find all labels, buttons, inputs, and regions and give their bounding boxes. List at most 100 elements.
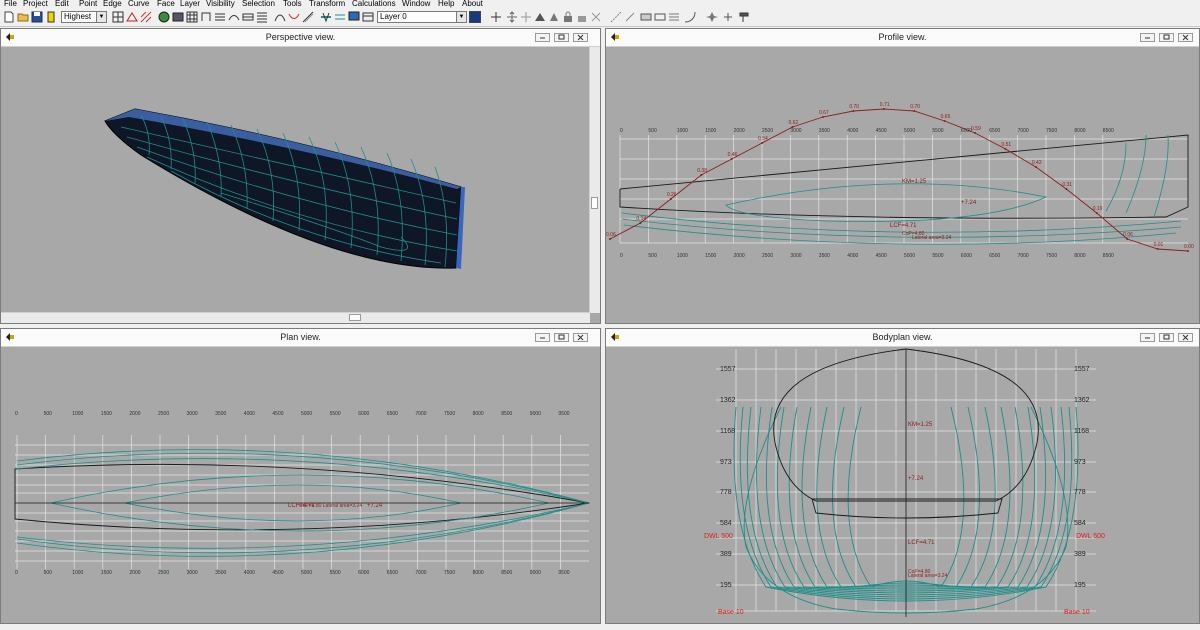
- curve-value-label: 0.31: [1062, 182, 1072, 188]
- keel-wizard-icon[interactable]: [722, 11, 734, 23]
- menu-curve[interactable]: Curve: [128, 0, 149, 8]
- menu-face[interactable]: Face: [157, 0, 175, 8]
- layer-color-swatch[interactable]: [469, 11, 481, 23]
- collapse-icon[interactable]: [590, 11, 602, 23]
- align-icon[interactable]: [520, 11, 532, 23]
- chevron-down-icon: ▼: [96, 12, 106, 22]
- new-file-icon[interactable]: [3, 11, 15, 23]
- perspective-canvas[interactable]: [1, 47, 590, 313]
- maximize-button[interactable]: [1159, 333, 1174, 342]
- minimize-button[interactable]: [1140, 33, 1155, 42]
- tick-label: 9000: [530, 411, 541, 417]
- tick-label: 5500: [932, 253, 943, 259]
- bodyplan-titlebar: Bodyplan view.: [606, 329, 1199, 347]
- intersect-icon[interactable]: [684, 11, 696, 23]
- menu-edit[interactable]: Edit: [55, 0, 69, 8]
- insert-plane-icon[interactable]: [548, 11, 560, 23]
- menu-selection[interactable]: Selection: [242, 0, 275, 8]
- edge-extrude-icon[interactable]: [624, 11, 636, 23]
- save-icon[interactable]: [31, 11, 43, 23]
- edge-split-icon[interactable]: [610, 11, 622, 23]
- menu-window[interactable]: Window: [402, 0, 430, 8]
- open-folder-icon[interactable]: [17, 11, 29, 23]
- close-button[interactable]: [1178, 333, 1193, 342]
- develop-icon[interactable]: [706, 11, 718, 23]
- perspective-vertical-scrollbar[interactable]: [589, 47, 600, 313]
- mesh-icon[interactable]: [112, 11, 124, 23]
- grid-icon[interactable]: [186, 11, 198, 23]
- flowline-icon[interactable]: [302, 11, 314, 23]
- scroll-thumb[interactable]: [349, 314, 361, 321]
- diagonal-icon[interactable]: [242, 11, 254, 23]
- height-label: 195: [720, 582, 732, 589]
- shade-icon[interactable]: [158, 11, 170, 23]
- height-label: 195: [1074, 582, 1086, 589]
- tick-label: 8500: [1103, 253, 1114, 259]
- menu-project[interactable]: Project: [23, 0, 48, 8]
- layer-select[interactable]: Layer 0 ▼: [377, 11, 467, 23]
- buttock-icon[interactable]: [214, 11, 226, 23]
- close-button[interactable]: [573, 33, 588, 42]
- layer-manager-icon[interactable]: [362, 11, 374, 23]
- maximize-button[interactable]: [1159, 33, 1174, 42]
- curvature-icon[interactable]: [274, 11, 286, 23]
- minimize-button[interactable]: [1140, 333, 1155, 342]
- extrude-icon[interactable]: [534, 11, 546, 23]
- profile-title: Profile view.: [878, 32, 927, 42]
- scroll-thumb[interactable]: [591, 197, 598, 209]
- menu-visibility[interactable]: Visibility: [206, 0, 235, 8]
- lock-icon[interactable]: [562, 11, 574, 23]
- curvature-plot-icon[interactable]: [288, 11, 300, 23]
- menu-file[interactable]: File: [4, 0, 17, 8]
- curve-value-label: 0.70: [910, 104, 920, 110]
- perspective-horizontal-scrollbar[interactable]: [1, 312, 590, 323]
- tick-label: 3500: [215, 411, 226, 417]
- waterline-icon[interactable]: [228, 11, 240, 23]
- station-icon[interactable]: [200, 11, 212, 23]
- height-label: 778: [1074, 489, 1086, 496]
- ticks-top: 0 500 1000 1500 2000 2500 3000 3500 4000 4500 5000…: [15, 411, 570, 417]
- add-point-icon[interactable]: [490, 11, 502, 23]
- menu-help[interactable]: Help: [438, 0, 454, 8]
- curve-point: [1187, 250, 1189, 252]
- menu-about[interactable]: About: [462, 0, 483, 8]
- grid-lines-icon[interactable]: [256, 11, 268, 23]
- maximize-button[interactable]: [554, 33, 569, 42]
- unlock-icon[interactable]: [576, 11, 588, 23]
- minimize-button[interactable]: [535, 33, 550, 42]
- hull-icon[interactable]: [172, 11, 184, 23]
- import-icon[interactable]: [45, 11, 57, 23]
- menu-tools[interactable]: Tools: [283, 0, 302, 8]
- close-button[interactable]: [1178, 33, 1193, 42]
- bodyplan-canvas[interactable]: 1557 1362 1168 973 778 584 389 195 1557 1362 1168…: [606, 347, 1200, 623]
- curve-point: [1126, 238, 1129, 240]
- lines-plan-icon[interactable]: [334, 11, 346, 23]
- status-bar: [0, 625, 1200, 630]
- menu-transform[interactable]: Transform: [309, 0, 345, 8]
- hydrostatics-icon[interactable]: [320, 11, 332, 23]
- plan-canvas[interactable]: 0 500 1000 1500 2000 2500 3000 3500 4000 4500 5000…: [1, 347, 601, 623]
- control-net-icon[interactable]: [126, 11, 138, 23]
- face-flip-icon[interactable]: [654, 11, 666, 23]
- ticks-bottom: 0 500 1000 1500 2000 2500 3000 3500 4000 4500 5000…: [15, 570, 570, 576]
- tick-label: 9000: [530, 570, 541, 576]
- tick-label: 7500: [444, 570, 455, 576]
- interior-edges-icon[interactable]: [140, 11, 152, 23]
- resistance-icon[interactable]: [738, 11, 750, 23]
- curve-icon[interactable]: [668, 11, 680, 23]
- tick-label: 1500: [101, 411, 112, 417]
- close-button[interactable]: [573, 333, 588, 342]
- maximize-button[interactable]: [554, 333, 569, 342]
- menu-point[interactable]: Point: [79, 0, 97, 8]
- menu-calculations[interactable]: Calculations: [352, 0, 396, 8]
- face-icon[interactable]: [640, 11, 652, 23]
- menu-edge[interactable]: Edge: [103, 0, 122, 8]
- monitor-icon[interactable]: [348, 11, 360, 23]
- precision-select[interactable]: Highest ▼: [61, 11, 107, 23]
- profile-canvas[interactable]: 0.06 0.14 0.26 0.38 0.46 0.54 0.62 0.67 0.70 0.71…: [606, 47, 1200, 323]
- menu-layer[interactable]: Layer: [180, 0, 200, 8]
- curve-value-label: 0.67: [819, 110, 829, 116]
- minimize-button[interactable]: [535, 333, 550, 342]
- move-icon[interactable]: [506, 11, 518, 23]
- curve-value-label: 0.62: [789, 120, 799, 126]
